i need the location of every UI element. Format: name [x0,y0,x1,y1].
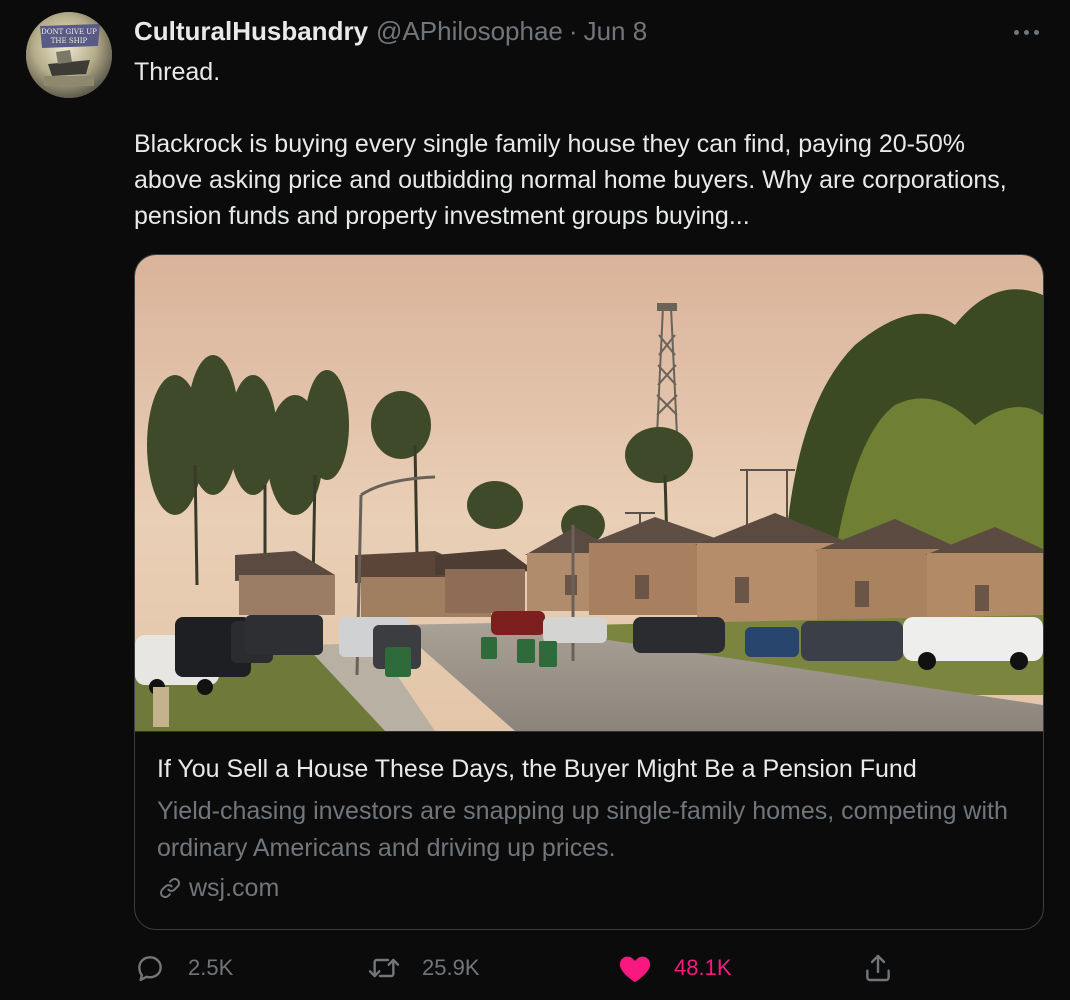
tweet-date[interactable]: Jun 8 [584,16,648,47]
like-count: 48.1K [674,955,732,980]
retweet-icon [368,958,400,978]
avatar-text-2: THE SHIP [51,37,88,45]
tweet-text-body: Blackrock is buying every single family … [134,130,1007,230]
card-title: If You Sell a House These Days, the Buye… [157,755,917,783]
tweet-text: Thread. Blackrock is buying every single… [134,54,1034,234]
tweet-text-line1: Thread. [134,58,221,86]
card-divider [135,731,1043,732]
link-preview-card[interactable]: If You Sell a House These Days, the Buye… [134,254,1044,930]
author-display-name[interactable]: CulturalHusbandry [134,16,368,47]
reply-count: 2.5K [188,955,234,980]
link-icon [160,878,180,898]
retweet-button[interactable]: 25.9K [366,946,480,990]
avatar-text-1: DONT GIVE UP [41,28,97,36]
more-icon[interactable] [1006,20,1046,44]
like-button[interactable]: 48.1K [618,946,732,990]
card-description: Yield-chasing investors are snapping up … [157,797,1008,862]
heart-icon [619,956,651,983]
suburban-street-photo [135,255,1043,731]
reply-icon [138,956,162,982]
action-bar: 2.5K 25.9K 48.1K [0,946,1070,990]
card-domain: wsj.com [157,871,279,905]
retweet-count: 25.9K [422,955,480,980]
tweet-header: CulturalHusbandry @APhilosophae · Jun 8 [134,14,647,48]
card-domain-text: wsj.com [189,873,280,902]
share-icon [866,954,890,982]
avatar-image: DONT GIVE UP THE SHIP [26,12,112,98]
avatar[interactable]: DONT GIVE UP THE SHIP [26,12,112,98]
tweet[interactable]: DONT GIVE UP THE SHIP CulturalHusbandry … [0,0,1070,1000]
share-button[interactable] [862,946,894,990]
reply-button[interactable]: 2.5K [134,946,233,990]
author-handle[interactable]: @APhilosophae [376,16,563,47]
separator-dot: · [568,15,578,46]
